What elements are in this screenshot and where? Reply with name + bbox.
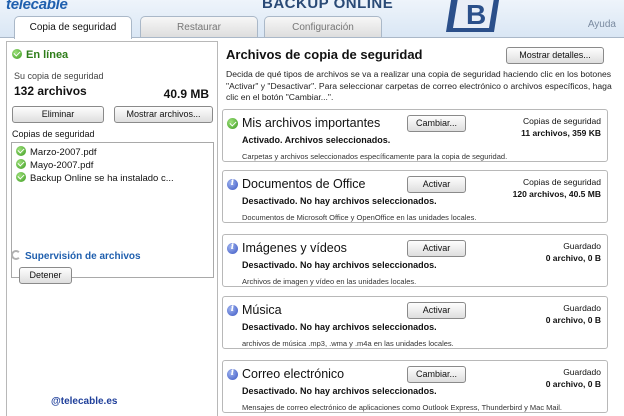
tab-settings[interactable]: Configuración — [264, 16, 382, 38]
stat-value: 120 archivos, 40.5 MB — [512, 189, 601, 199]
category-card-images-videos: Imágenes y vídeos Activar Guardado 0 arc… — [222, 234, 608, 287]
category-name: Correo electrónico — [242, 367, 345, 381]
stat-label: Guardado — [563, 303, 601, 313]
backup-summary-panel: En línea Su copia de seguridad 132 archi… — [6, 41, 218, 416]
category-card-office-documents: Documentos de Office Activar Copias de s… — [222, 170, 608, 223]
change-button[interactable]: Cambiar... — [407, 366, 466, 383]
telecable-logo: telecable — [6, 0, 68, 13]
category-status: Desactivado. No hay archivos seleccionad… — [242, 260, 437, 270]
category-status: Desactivado. No hay archivos seleccionad… — [242, 386, 437, 396]
category-status: Activado. Archivos seleccionados. — [242, 135, 391, 145]
category-name: Imágenes y vídeos — [242, 241, 347, 255]
category-status: Desactivado. No hay archivos seleccionad… — [242, 322, 437, 332]
category-name: Mis archivos importantes — [242, 116, 381, 130]
category-description: archivos de música .mp3, .wma y .m4a en … — [242, 339, 454, 348]
category-card-email: Correo electrónico Cambiar... Guardado 0… — [222, 360, 608, 413]
app-title: BACKUP ONLINE — [262, 0, 394, 12]
svg-text:B: B — [466, 0, 486, 30]
activate-button[interactable]: Activar — [407, 240, 466, 257]
show-details-button[interactable]: Mostrar detalles... — [506, 47, 604, 64]
stat-label: Copias de seguridad — [523, 116, 601, 126]
activate-button[interactable]: Activar — [407, 302, 466, 319]
category-name: Música — [242, 303, 282, 317]
list-item[interactable]: Mayo-2007.pdf — [16, 159, 93, 171]
check-icon — [227, 118, 238, 129]
check-icon — [16, 172, 26, 182]
instructions-text: Decida de qué tipos de archivos se va a … — [226, 69, 612, 102]
category-status: Desactivado. No hay archivos seleccionad… — [242, 196, 437, 206]
backup-size: 40.9 MB — [163, 87, 209, 101]
stat-value: 0 archivo, 0 B — [545, 315, 601, 325]
stat-value: 0 archivo, 0 B — [545, 253, 601, 263]
category-description: Carpetas y archivos seleccionados especí… — [242, 152, 508, 161]
list-item[interactable]: Backup Online se ha instalado c... — [16, 172, 174, 184]
online-status: En línea — [12, 49, 68, 61]
category-description: Documentos de Microsoft Office y OpenOff… — [242, 213, 477, 222]
backup-logo-graphic: B — [446, 0, 500, 32]
delete-button[interactable]: Eliminar — [12, 106, 104, 123]
change-button[interactable]: Cambiar... — [407, 115, 466, 132]
stat-label: Copias de seguridad — [523, 177, 601, 187]
check-icon — [16, 159, 26, 169]
info-icon — [227, 178, 238, 190]
tab-backup[interactable]: Copia de seguridad — [14, 16, 132, 39]
backup-label: Su copia de seguridad — [14, 71, 104, 81]
stat-value: 11 archivos, 359 KB — [521, 128, 601, 138]
category-name: Documentos de Office — [242, 177, 366, 191]
page-title: Archivos de copia de seguridad — [226, 47, 423, 62]
info-icon — [227, 304, 238, 316]
tab-restore[interactable]: Restaurar — [140, 16, 258, 38]
check-icon — [16, 146, 26, 156]
list-item[interactable]: Marzo-2007.pdf — [16, 146, 97, 158]
help-link[interactable]: Ayuda — [588, 19, 616, 30]
file-monitoring: Supervisión de archivos — [11, 250, 141, 262]
category-description: Mensajes de correo electrónico de aplica… — [242, 403, 563, 412]
info-icon — [227, 368, 238, 380]
copies-label: Copias de seguridad — [12, 129, 95, 139]
show-files-button[interactable]: Mostrar archivos... — [114, 106, 213, 123]
info-icon — [227, 242, 238, 254]
category-card-music: Música Activar Guardado 0 archivo, 0 B D… — [222, 296, 608, 349]
sync-icon — [11, 250, 21, 260]
category-card-important-files: Mis archivos importantes Cambiar... Copi… — [222, 109, 608, 162]
category-description: Archivos de imagen y vídeo en las unidad… — [242, 277, 417, 286]
file-count: 132 archivos — [14, 84, 87, 98]
stat-label: Guardado — [563, 367, 601, 377]
check-icon — [12, 49, 22, 59]
stat-value: 0 archivo, 0 B — [545, 379, 601, 389]
activate-button[interactable]: Activar — [407, 176, 466, 193]
stat-label: Guardado — [563, 241, 601, 251]
stop-button[interactable]: Detener — [19, 267, 72, 284]
account-email-link[interactable]: @telecable.es — [51, 396, 117, 407]
